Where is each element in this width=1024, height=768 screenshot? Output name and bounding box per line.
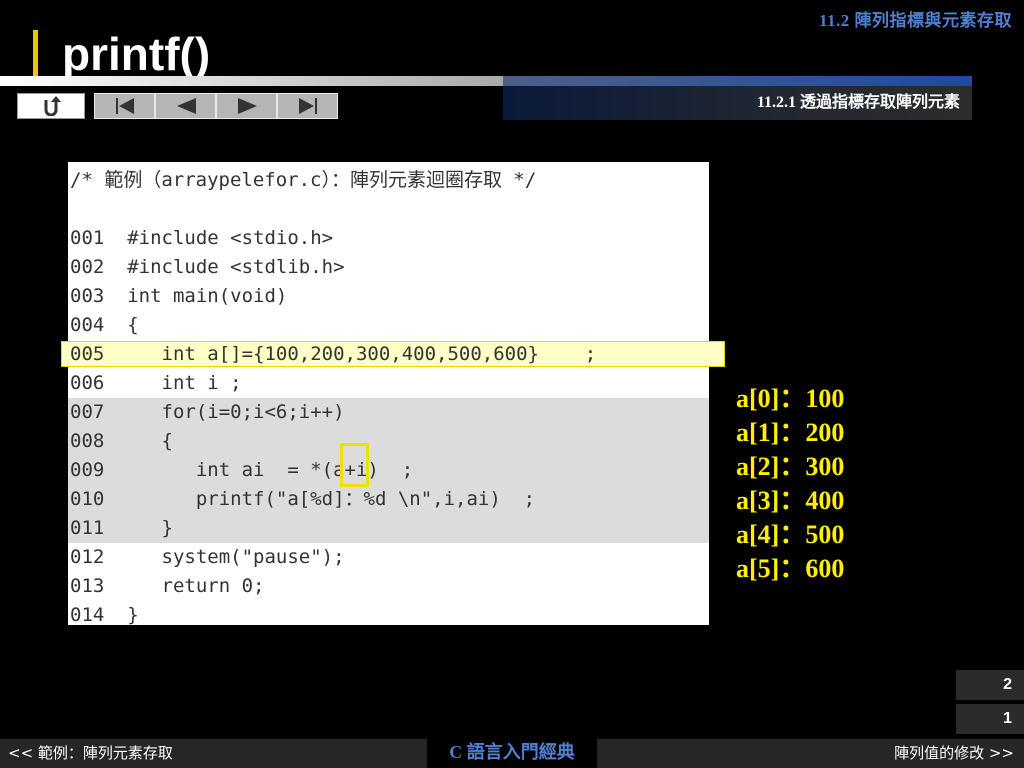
next-slide-button[interactable]: [216, 93, 277, 119]
next-slide-icon: [237, 98, 257, 114]
slide-navigation: [94, 93, 338, 119]
code-line: 006 int i ;: [70, 372, 242, 394]
output-line: a[3]：400: [736, 486, 845, 515]
footer-prev-link[interactable]: << 範例：陣列元素存取: [8, 739, 173, 768]
output-line: a[5]：600: [736, 554, 845, 583]
code-line: 001 #include <stdio.h>: [70, 227, 334, 249]
output-line: a[1]：200: [736, 418, 845, 447]
code-line: 002 #include <stdlib.h>: [70, 256, 345, 278]
header-rule-accent: [503, 76, 972, 86]
previous-slide-button[interactable]: [155, 93, 216, 119]
last-slide-icon: [298, 98, 317, 114]
output-line: a[2]：300: [736, 452, 845, 481]
page-number-box[interactable]: 2: [956, 670, 1024, 700]
code-line: 013 return 0;: [70, 575, 265, 597]
code-comment: /* 範例（arraypelefor.c）：陣列元素迴圈存取 */: [70, 169, 537, 191]
return-button[interactable]: [17, 93, 85, 119]
code-line: 012 system("pause");: [70, 546, 345, 568]
return-arrow-icon: [44, 96, 61, 116]
code-line: 003 int main(void): [70, 285, 288, 307]
code-line: 014 }: [70, 604, 139, 625]
dereference-highlight: [340, 443, 369, 487]
program-output: a[0]：100 a[1]：200 a[2]：300 a[3]：400 a[4]…: [736, 382, 844, 586]
code-line: 010 printf("a[%d]：%d \n",i,ai) ;: [68, 485, 709, 514]
chapter-heading: 11.2 陣列指標與元素存取: [818, 11, 1012, 30]
footer-next-link[interactable]: 陣列值的修改 >>: [894, 739, 1014, 768]
previous-slide-icon: [176, 98, 196, 114]
code-line: 004 {: [70, 314, 139, 336]
output-line: a[4]：500: [736, 520, 845, 549]
code-line: 008 {: [68, 427, 709, 456]
first-slide-icon: [115, 98, 134, 114]
output-line: a[0]：100: [736, 384, 845, 413]
footer-book-title: C 語言入門經典: [427, 739, 597, 768]
page-number-box[interactable]: 1: [956, 704, 1024, 734]
subsection-title: 11.2.1 透過指標存取陣列元素: [503, 86, 972, 120]
title-accent-bar: [33, 30, 38, 82]
highlighted-code-text: 005 int a[]={100,200,300,400,500,600} ;: [70, 343, 597, 365]
page-title: printf(): [62, 28, 211, 80]
code-listing: /* 範例（arraypelefor.c）：陣列元素迴圈存取 */ 001 #i…: [68, 162, 709, 625]
code-line: 011 }: [68, 514, 709, 543]
code-line: 007 for(i=0;i<6;i++): [68, 398, 709, 427]
first-slide-button[interactable]: [94, 93, 155, 119]
last-slide-button[interactable]: [277, 93, 338, 119]
code-line: 009 int ai = *(a+i) ;: [68, 456, 709, 485]
